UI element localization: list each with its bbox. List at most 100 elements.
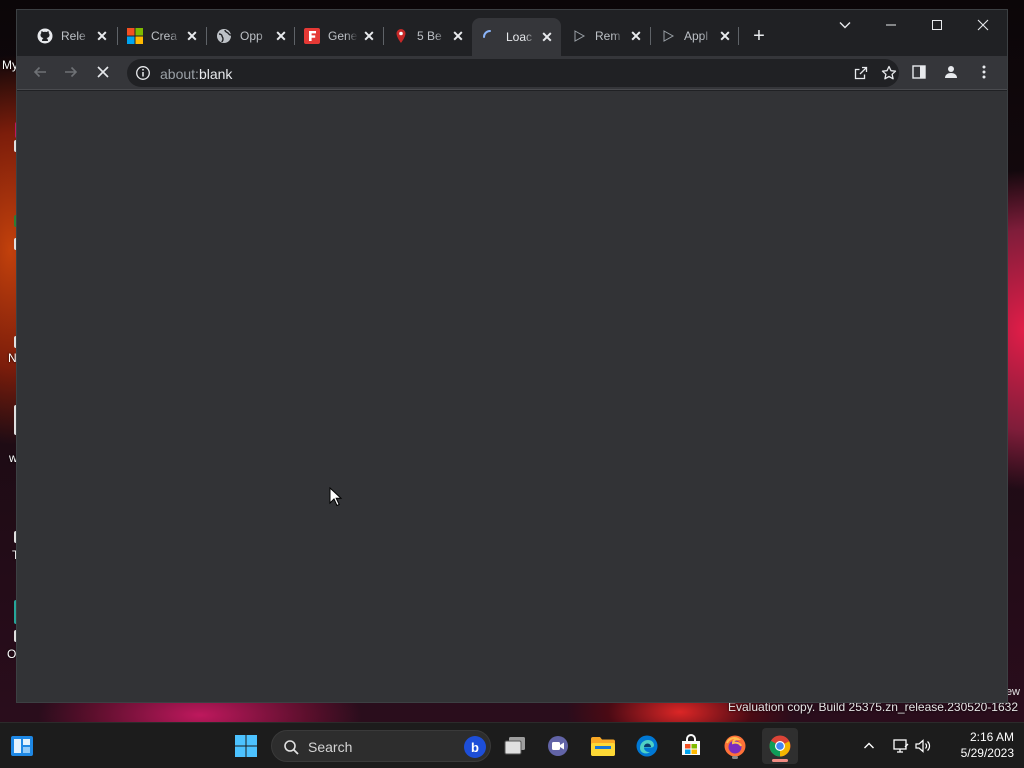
loading-spinner-icon: [482, 29, 498, 45]
minimize-button[interactable]: [868, 10, 914, 40]
desktop-icon-label[interactable]: My: [2, 58, 18, 72]
start-button[interactable]: [230, 731, 262, 761]
tab-separator: [738, 27, 739, 45]
tab-gene[interactable]: Gene ✕: [294, 22, 383, 50]
edge-browser-button[interactable]: [631, 731, 663, 761]
taskbar: Search b 2:16 AM 5/29/2023: [0, 722, 1024, 768]
microsoft-icon: [127, 28, 143, 44]
mouse-cursor-icon: [329, 486, 343, 510]
address-bar[interactable]: about:blank: [127, 59, 899, 87]
tab-title: Appl: [684, 29, 709, 43]
teams-chat-icon: [548, 736, 568, 756]
url-path: blank: [198, 66, 233, 82]
close-tab-icon[interactable]: ✕: [184, 28, 200, 44]
evaluation-watermark: Evaluation copy. Build 25375.zn_release.…: [728, 700, 1018, 714]
browser-toolbar: about:blank: [17, 56, 1007, 90]
maximize-button[interactable]: [914, 10, 960, 40]
running-indicator: [732, 756, 738, 759]
close-tab-icon[interactable]: ✕: [94, 28, 110, 44]
chevron-up-icon: [864, 742, 874, 749]
bing-icon[interactable]: b: [464, 736, 486, 758]
tab-loading-active[interactable]: Loac ✕: [472, 18, 561, 56]
desktop-icon-label[interactable]: O: [7, 647, 16, 661]
close-tab-icon[interactable]: ✕: [717, 28, 733, 44]
windows-logo-icon: [235, 735, 257, 757]
tab-strip: Rele ✕ Crea ✕ Opp ✕ Gene ✕ 5 Be ✕ Loac ✕…: [17, 10, 1007, 56]
stop-loading-button[interactable]: [89, 58, 117, 86]
widgets-button[interactable]: [6, 731, 38, 761]
desktop-icon-label[interactable]: N: [8, 351, 17, 365]
stop-icon: [97, 66, 109, 78]
teams-chat-button[interactable]: [542, 731, 574, 761]
file-explorer-button[interactable]: [587, 731, 619, 761]
clock-date: 5/29/2023: [960, 746, 1014, 760]
tab-appl[interactable]: Appl ✕: [650, 22, 739, 50]
play-icon: [660, 28, 676, 44]
side-panel-icon: [912, 65, 926, 79]
kebab-menu-icon: [982, 65, 986, 79]
task-view-icon: [504, 737, 525, 755]
globe-icon: [216, 28, 232, 44]
close-icon: [977, 19, 989, 31]
clock-time: 2:16 AM: [969, 730, 1014, 744]
tab-title: 5 Be: [417, 29, 442, 43]
search-icon: [283, 739, 299, 758]
close-tab-icon[interactable]: ✕: [361, 28, 377, 44]
close-tab-icon[interactable]: ✕: [628, 28, 644, 44]
f-logo-icon: [304, 28, 320, 44]
running-indicator: [772, 759, 788, 762]
close-window-button[interactable]: [960, 10, 1006, 40]
system-clock[interactable]: 2:16 AM 5/29/2023: [944, 729, 1014, 761]
back-button[interactable]: [26, 58, 54, 86]
network-button[interactable]: [888, 723, 912, 768]
close-tab-icon[interactable]: ✕: [539, 29, 555, 45]
side-panel-button[interactable]: [905, 58, 933, 86]
watermark-fragment: ew: [1005, 686, 1020, 698]
edge-icon: [636, 735, 658, 757]
store-icon: [682, 734, 700, 755]
close-tab-icon[interactable]: ✕: [273, 28, 289, 44]
forward-button[interactable]: [57, 58, 85, 86]
tab-title: Rele: [61, 29, 86, 43]
microsoft-store-button[interactable]: [675, 731, 707, 761]
firefox-button[interactable]: [719, 731, 751, 761]
network-icon: [893, 739, 909, 753]
arrow-left-icon: [33, 66, 46, 78]
arrow-right-icon: [65, 66, 78, 78]
tab-search-button[interactable]: [822, 10, 868, 40]
tab-opp[interactable]: Opp ✕: [206, 22, 295, 50]
volume-button[interactable]: [912, 723, 934, 768]
folder-icon: [591, 737, 615, 756]
search-placeholder: Search: [308, 739, 353, 755]
pin-icon: [393, 28, 409, 44]
info-icon[interactable]: [135, 65, 151, 81]
show-hidden-icons-button[interactable]: [858, 723, 880, 768]
share-icon[interactable]: [851, 63, 871, 83]
tab-rem[interactable]: Rem ✕: [561, 22, 650, 50]
url-text[interactable]: about:blank: [160, 66, 232, 82]
page-viewport[interactable]: [17, 91, 1007, 702]
task-view-button[interactable]: [499, 731, 531, 761]
tab-create[interactable]: Crea ✕: [117, 22, 206, 50]
browser-window: Rele ✕ Crea ✕ Opp ✕ Gene ✕ 5 Be ✕ Loac ✕…: [17, 10, 1007, 702]
tab-title: Crea: [151, 29, 178, 43]
new-tab-button[interactable]: +: [747, 24, 771, 48]
chrome-button[interactable]: [762, 728, 798, 764]
firefox-icon: [724, 735, 746, 757]
taskbar-search-box[interactable]: Search b: [271, 730, 491, 762]
close-tab-icon[interactable]: ✕: [450, 28, 466, 44]
minimize-icon: [886, 24, 896, 26]
speaker-icon: [915, 739, 931, 753]
tab-title: Loac: [506, 30, 533, 44]
github-icon: [37, 28, 53, 44]
menu-button[interactable]: [970, 58, 998, 86]
tab-releases[interactable]: Rele ✕: [27, 22, 116, 50]
play-icon: [571, 28, 587, 44]
url-scheme: about:: [160, 66, 199, 82]
tab-title: Gene: [328, 29, 358, 43]
profile-button[interactable]: [937, 58, 965, 86]
bookmark-star-icon[interactable]: [879, 63, 899, 83]
tab-title: Rem: [595, 29, 621, 43]
tab-5-best[interactable]: 5 Be ✕: [383, 22, 472, 50]
chevron-down-icon: [839, 22, 851, 29]
